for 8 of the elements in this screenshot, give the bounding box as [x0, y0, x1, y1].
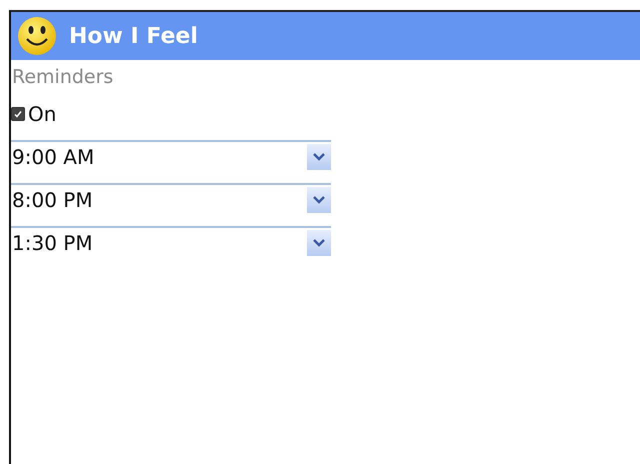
time-dropdown[interactable]: 9:00 AM	[11, 140, 331, 172]
time-dropdown[interactable]: 8:00 PM	[11, 183, 331, 215]
checkbox-icon[interactable]	[11, 107, 25, 121]
app-title: How I Feel	[69, 24, 198, 48]
section-heading: Reminders	[11, 65, 114, 90]
smiley-icon	[17, 16, 57, 56]
reminder-checkbox[interactable]: On	[11, 98, 56, 130]
time-dropdown[interactable]: 1:30 PM	[11, 226, 331, 258]
